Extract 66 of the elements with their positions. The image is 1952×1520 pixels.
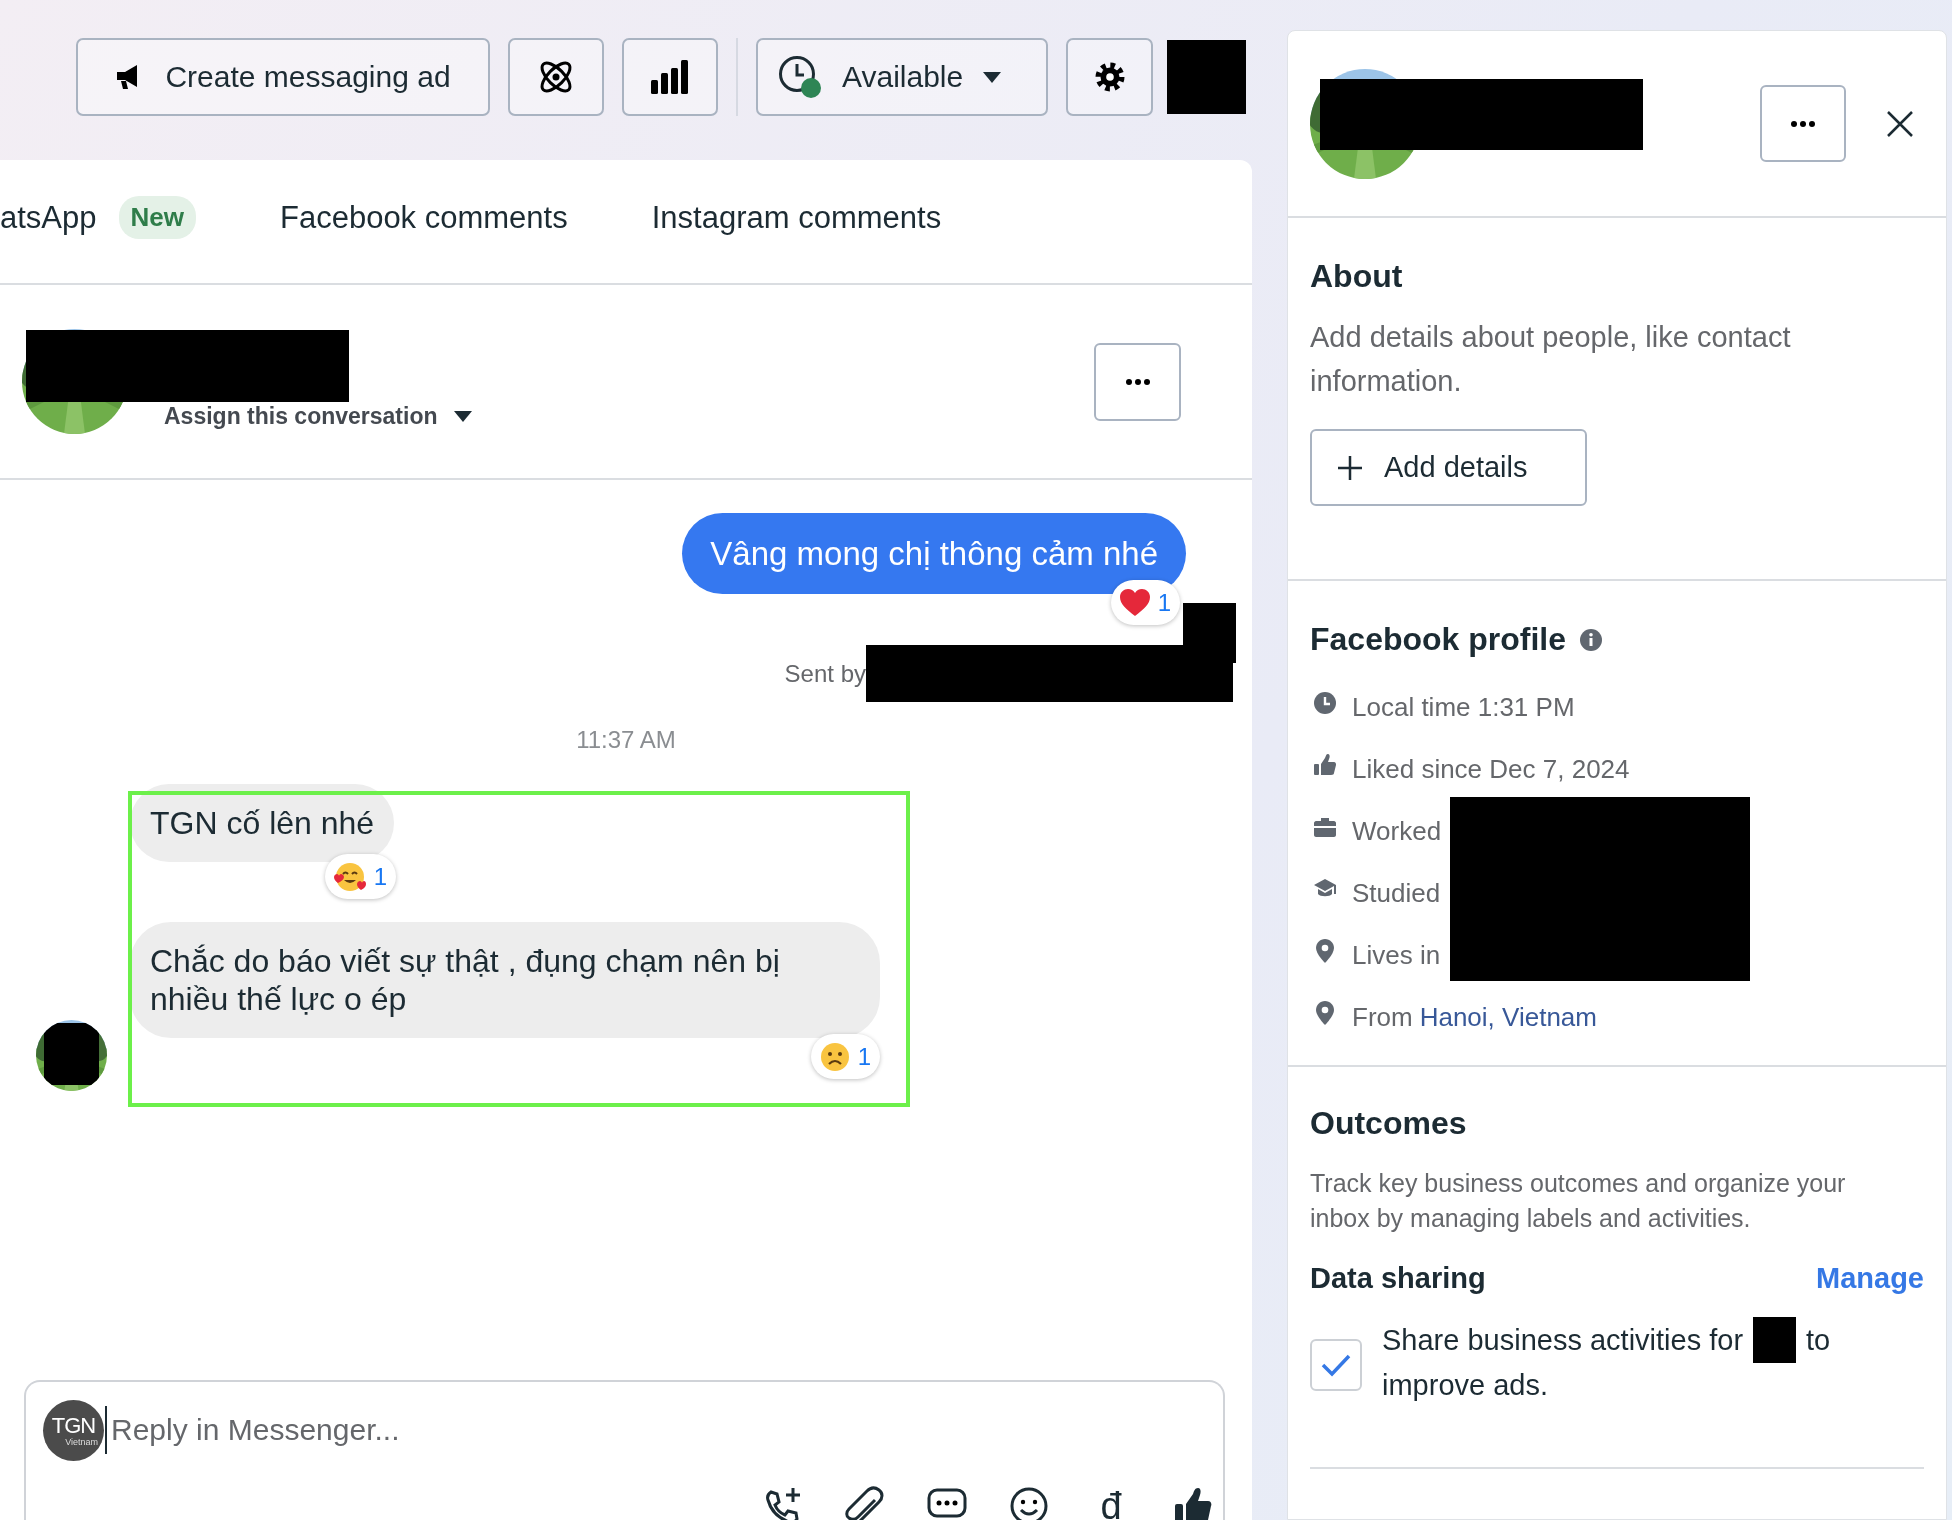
timestamp: 11:37 AM bbox=[576, 726, 676, 754]
more-icon bbox=[1125, 378, 1150, 385]
info-icon bbox=[1580, 628, 1603, 651]
briefcase-icon bbox=[1314, 817, 1336, 837]
more-icon bbox=[1791, 120, 1815, 127]
profile-detail: Liked since Dec 7, 2024 bbox=[1352, 753, 1630, 785]
caret-icon bbox=[453, 411, 472, 422]
channel-tab[interactable]: Facebook comments bbox=[280, 192, 568, 243]
consent-text: improve ads. bbox=[1382, 1369, 1548, 1401]
profile-detail: Worked bbox=[1352, 815, 1442, 847]
new-badge: New bbox=[118, 196, 196, 239]
reaction-count: 1 bbox=[373, 862, 388, 891]
incoming-message: TGN cố lên nhé bbox=[130, 784, 395, 862]
phone-plus-icon[interactable] bbox=[763, 1486, 803, 1520]
location-link[interactable]: Hanoi, Vietnam bbox=[1419, 1001, 1597, 1033]
heart-icon bbox=[1119, 589, 1150, 616]
frowning-face-icon bbox=[819, 1041, 850, 1072]
add-details-button[interactable]: Add details bbox=[1310, 429, 1587, 506]
plus-icon bbox=[1338, 455, 1362, 480]
outgoing-message: Vâng mong chị thông cảm nhé bbox=[682, 513, 1186, 594]
channel-tab[interactable]: Instagram comments bbox=[651, 192, 942, 243]
clock-icon bbox=[1314, 692, 1336, 714]
create-ad-button[interactable]: Create messaging ad bbox=[76, 38, 490, 116]
redaction-block bbox=[44, 1023, 99, 1085]
caret-icon bbox=[983, 71, 1002, 83]
status-dropdown[interactable]: Available bbox=[756, 38, 1048, 116]
payment-button[interactable]: đ bbox=[1091, 1486, 1131, 1520]
paperclip-icon[interactable] bbox=[845, 1486, 885, 1520]
reaction-count: 1 bbox=[857, 1042, 871, 1071]
section-title: About bbox=[1310, 258, 1404, 295]
thumbs-up-icon bbox=[1314, 754, 1336, 776]
sent-by-label: Sent by bbox=[784, 659, 866, 688]
profile-detail: Studied bbox=[1352, 877, 1441, 909]
insights-button[interactable] bbox=[622, 38, 718, 116]
avatar-caption: Vietnam bbox=[65, 1436, 98, 1447]
section-title: Outcomes bbox=[1310, 1105, 1468, 1142]
avatar-initials: TGN bbox=[51, 1414, 96, 1437]
redaction-block bbox=[1753, 1317, 1797, 1363]
map-pin-icon bbox=[1316, 939, 1334, 963]
consent-text: Share business activities for bbox=[1382, 1323, 1744, 1358]
map-pin-icon bbox=[1316, 1001, 1334, 1025]
about-description: Add details about people, like contact information. bbox=[1310, 320, 1792, 399]
smiling-face-icon bbox=[333, 860, 366, 893]
bar-chart-icon bbox=[651, 60, 689, 94]
settings-button[interactable] bbox=[1066, 38, 1153, 116]
settings-icon bbox=[1093, 61, 1126, 93]
checkmark-icon bbox=[1321, 1353, 1351, 1377]
thumbs-up-icon[interactable] bbox=[1173, 1486, 1213, 1520]
profile-detail: Local time 1:31 PM bbox=[1352, 691, 1575, 723]
manage-link[interactable]: Manage bbox=[1816, 1262, 1924, 1295]
section-title: Facebook profile bbox=[1310, 621, 1567, 658]
channel-tab[interactable]: atsApp bbox=[0, 192, 97, 243]
emoji-icon[interactable] bbox=[1009, 1486, 1049, 1520]
close-button[interactable] bbox=[1887, 110, 1913, 137]
profile-detail: Lives in bbox=[1352, 939, 1441, 971]
incoming-message: Chắc do báo viết sự thật , đụng chạm nên bị nhiều thế lực o ép bbox=[130, 922, 880, 1038]
assign-dropdown[interactable]: Assign this conversation bbox=[164, 403, 472, 430]
close-icon bbox=[1887, 110, 1913, 137]
consent-text: to bbox=[1806, 1323, 1831, 1358]
checkbox[interactable] bbox=[1310, 1339, 1362, 1391]
atom-button[interactable] bbox=[508, 38, 604, 116]
reply-field[interactable]: Reply in Messenger... bbox=[105, 1406, 1111, 1454]
profile-detail: From bbox=[1352, 1001, 1413, 1033]
data-sharing-title: Data sharing bbox=[1310, 1262, 1486, 1295]
chat-bubble-icon[interactable] bbox=[927, 1486, 967, 1520]
outcomes-description: Track key business outcomes and organize your inbox by managing labels and activities. bbox=[1310, 1168, 1847, 1234]
